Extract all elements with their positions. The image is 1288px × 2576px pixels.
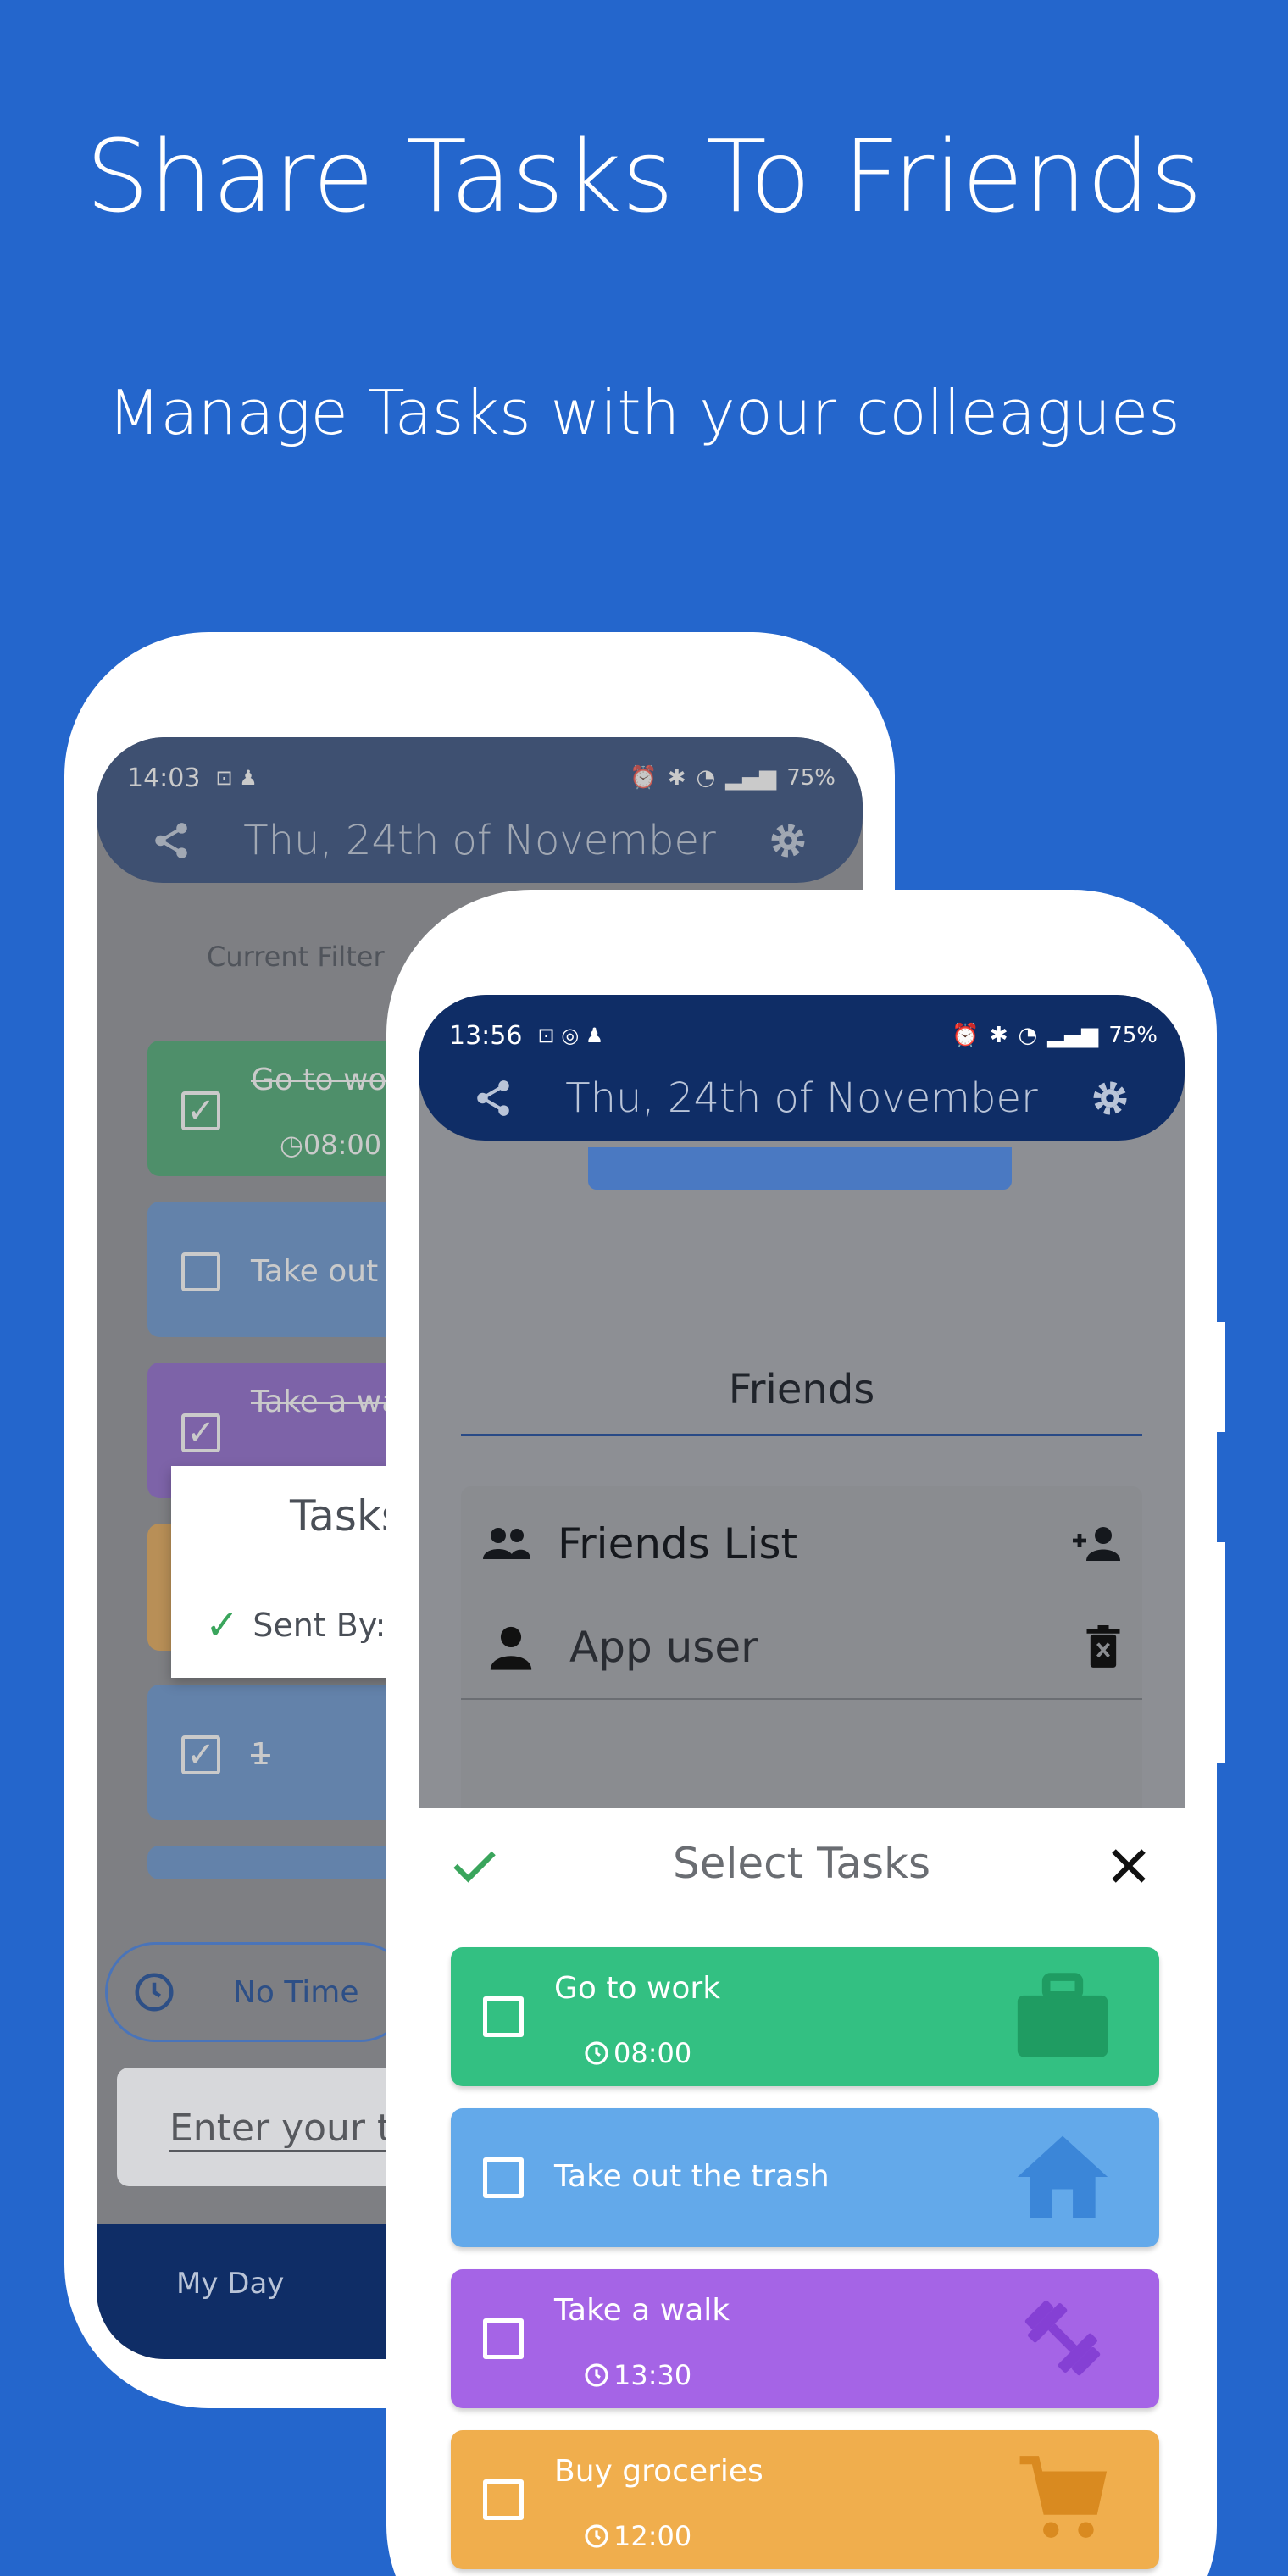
friends-list-card: Friends List App user: [461, 1486, 1142, 1842]
select-task-card[interactable]: Take a walk 13:30: [451, 2269, 1159, 2408]
clock-icon: [135, 1973, 174, 2012]
task-checkbox[interactable]: [483, 1996, 524, 2037]
task-checkbox[interactable]: [483, 2479, 524, 2520]
group-icon: [483, 1528, 530, 1559]
headline: Share Tasks To Friends: [86, 118, 1202, 235]
side-button: [1213, 1542, 1225, 1763]
status-notification-icons: ⊡ ♟: [215, 766, 258, 790]
dumbbell-icon: [1024, 2300, 1101, 2376]
friends-divider: [461, 1434, 1142, 1436]
alarm-icon: ⏰: [630, 765, 658, 791]
front-phone-screen: Friends Friends List App user 13:56 ⊡ ◎ …: [419, 995, 1185, 2576]
task-time: 13:30: [583, 2359, 691, 2391]
wifi-icon: ◔: [1018, 1023, 1038, 1048]
briefcase-icon: [1017, 1973, 1108, 2057]
front-app-bar: 13:56 ⊡ ◎ ♟ ⏰ ✱ ◔ ▂▄▆ 75% Thu, 24th of N…: [419, 995, 1185, 1141]
clock-icon: [585, 2524, 608, 2548]
task-time: 08:00: [583, 2037, 691, 2069]
front-phone: Friends Friends List App user 13:56 ⊡ ◎ …: [386, 890, 1225, 2576]
nav-my-day[interactable]: My Day: [176, 2267, 284, 2301]
no-time-label: No Time: [233, 1974, 359, 2010]
battery-percent: 75%: [786, 765, 836, 791]
task-time: 12:00: [583, 2520, 691, 2552]
current-filter-label: Current Filter: [207, 941, 385, 973]
cart-icon: [1019, 2456, 1108, 2538]
friend-name: App user: [569, 1623, 758, 1672]
close-icon[interactable]: [1103, 1840, 1154, 1891]
task-time: ◷08:00: [280, 1129, 382, 1161]
friends-header: Friends: [728, 1366, 875, 1413]
clock-icon: [585, 2363, 608, 2387]
status-system-icons: ⏰ ✱ ◔ ▂▄▆ 75%: [630, 765, 836, 791]
task-checkbox[interactable]: [483, 2157, 524, 2198]
check-icon: ✓: [205, 1602, 240, 1649]
alarm-icon: ⏰: [952, 1023, 980, 1048]
subline: Manage Tasks with your colleagues: [108, 377, 1180, 448]
task-checkbox-checked[interactable]: ✓: [181, 1091, 220, 1130]
front-toolbar: Thu, 24th of November: [469, 1064, 1134, 1132]
task-title: Take a walk: [554, 2293, 730, 2328]
home-icon: [1017, 2135, 1108, 2218]
task-title: 1: [251, 1737, 270, 1772]
bluetooth-icon: ✱: [667, 765, 686, 791]
clock-icon: [585, 2041, 608, 2065]
select-task-card[interactable]: Buy groceries 12:00: [451, 2430, 1159, 2569]
front-status-bar: 13:56 ⊡ ◎ ♟ ⏰ ✱ ◔ ▂▄▆ 75%: [449, 1019, 1158, 1052]
person-icon: [490, 1626, 532, 1670]
battery-percent: 75%: [1108, 1023, 1158, 1048]
select-tasks-sheet: Select Tasks Go to work 08:00 Take out t…: [419, 1808, 1185, 2576]
settings-gear-icon[interactable]: [1086, 1074, 1134, 1122]
back-toolbar: Thu, 24th of November: [147, 807, 812, 874]
toolbar-date: Thu, 24th of November: [565, 1074, 1038, 1122]
add-friend-icon[interactable]: [1071, 1523, 1122, 1565]
status-system-icons: ⏰ ✱ ◔ ▂▄▆ 75%: [952, 1023, 1158, 1048]
status-time: 14:03: [127, 763, 201, 793]
settings-gear-icon[interactable]: [764, 817, 812, 864]
select-task-card[interactable]: Take out the trash: [451, 2108, 1159, 2247]
friend-row[interactable]: App user: [486, 1613, 1122, 1681]
task-title: Go to work: [554, 1971, 721, 2006]
task-checkbox[interactable]: [181, 1252, 220, 1291]
side-button: [1213, 1322, 1225, 1432]
wifi-icon: ◔: [696, 765, 716, 791]
signal-icon: ▂▄▆: [1047, 1023, 1099, 1048]
add-button-partial[interactable]: [588, 1147, 1012, 1190]
friends-list-header: Friends List: [481, 1510, 1122, 1578]
toolbar-date: Thu, 24th of November: [243, 817, 716, 864]
task-checkbox[interactable]: [483, 2318, 524, 2359]
status-time: 13:56: [449, 1020, 523, 1051]
back-app-bar: 14:03 ⊡ ♟ ⏰ ✱ ◔ ▂▄▆ 75% Thu, 24th of Nov…: [97, 737, 863, 883]
task-title: Buy groceries: [554, 2454, 763, 2489]
sheet-title: Select Tasks: [672, 1839, 931, 1888]
back-status-bar: 14:03 ⊡ ♟ ⏰ ✱ ◔ ▂▄▆ 75%: [127, 761, 836, 795]
friends-list-title: Friends List: [558, 1519, 798, 1568]
sheet-header: Select Tasks: [419, 1808, 1185, 1935]
share-icon[interactable]: [469, 1074, 517, 1122]
select-task-card[interactable]: Go to work 08:00: [451, 1947, 1159, 2086]
divider: [461, 1698, 1142, 1700]
task-checkbox-checked[interactable]: ✓: [181, 1735, 220, 1774]
no-time-button[interactable]: No Time: [105, 1942, 410, 2042]
share-icon[interactable]: [147, 817, 195, 864]
delete-icon[interactable]: [1085, 1625, 1122, 1669]
task-title: Take out the trash: [554, 2159, 830, 2194]
task-checkbox-checked[interactable]: ✓: [181, 1413, 220, 1452]
signal-icon: ▂▄▆: [725, 765, 777, 791]
status-notification-icons: ⊡ ◎ ♟: [537, 1024, 604, 1047]
bluetooth-icon: ✱: [989, 1023, 1008, 1048]
